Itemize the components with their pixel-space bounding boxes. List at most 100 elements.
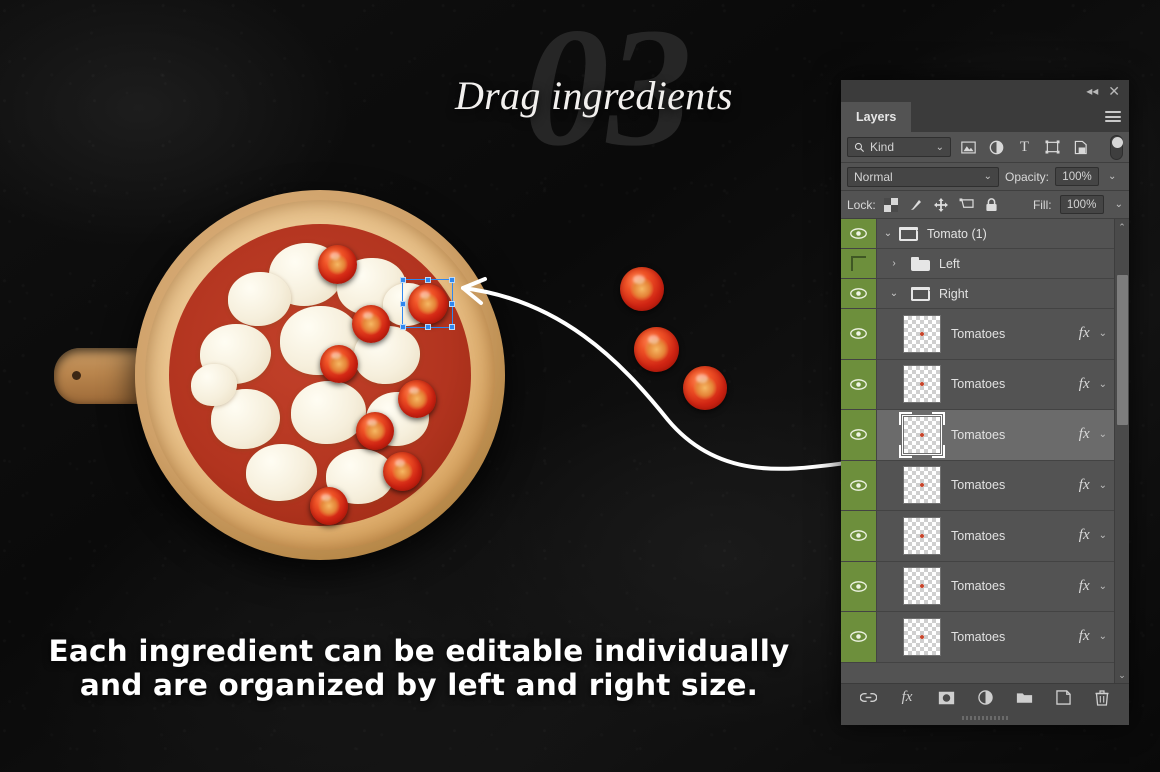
layer-visibility-toggle[interactable]: [841, 410, 877, 460]
group-expand-chevron-icon[interactable]: ⌄: [877, 288, 911, 299]
table-row[interactable]: ⌄ Right: [841, 279, 1129, 309]
table-row[interactable]: Tomatoes fx ⌄: [841, 612, 1129, 663]
lock-position-icon[interactable]: [934, 197, 949, 212]
loose-tomato-1: [620, 267, 664, 311]
layer-name: Tomatoes: [951, 528, 1006, 543]
loose-tomato-3: [683, 366, 727, 410]
handle-top-left[interactable]: [400, 277, 406, 283]
handle-middle-left[interactable]: [400, 300, 406, 307]
scroll-down-icon[interactable]: ⌄: [1115, 667, 1129, 683]
layer-style-fx-icon[interactable]: fx: [1079, 628, 1099, 645]
layer-style-fx-icon[interactable]: fx: [1079, 527, 1099, 544]
layer-style-fx-icon[interactable]: fx: [1079, 426, 1099, 443]
pixel-layer-filter-icon[interactable]: [958, 138, 979, 157]
layer-visibility-toggle[interactable]: [841, 460, 877, 510]
filter-kind-select[interactable]: Kind ⌄: [847, 137, 951, 157]
opacity-input[interactable]: 100%: [1055, 167, 1100, 186]
table-row[interactable]: Tomatoes fx ⌄: [841, 410, 1129, 461]
fill-chevron-down-icon[interactable]: ⌄: [1112, 199, 1123, 210]
adjustment-layer-filter-icon[interactable]: [986, 138, 1007, 157]
chevron-down-icon[interactable]: ⌄: [984, 171, 992, 182]
filter-enable-toggle[interactable]: [1110, 134, 1123, 160]
layer-visibility-toggle[interactable]: [841, 309, 877, 359]
layer-style-fx-icon[interactable]: fx: [898, 689, 916, 707]
table-row[interactable]: Tomatoes fx ⌄: [841, 460, 1129, 511]
lock-image-pixels-icon[interactable]: [909, 197, 924, 212]
layer-thumbnail[interactable]: [903, 516, 941, 555]
pizza-tomato-4: [320, 345, 358, 383]
type-layer-filter-icon[interactable]: T: [1014, 138, 1035, 157]
pizza-tomato-3: [352, 305, 390, 343]
layer-name: Tomatoes: [951, 629, 1006, 644]
layer-name: Tomato (1): [927, 226, 987, 241]
layer-list: ⌄ Tomato (1) › Left ⌄ Right Tomatoes fx …: [841, 219, 1129, 683]
fill-input[interactable]: 100%: [1059, 195, 1104, 214]
layer-visibility-toggle[interactable]: [841, 511, 877, 561]
add-layer-mask-icon[interactable]: [937, 689, 955, 707]
pizza-tomato-5: [398, 380, 436, 418]
blend-mode-row: Normal ⌄ Opacity: 100% ⌄: [841, 163, 1129, 191]
layer-visibility-toggle[interactable]: [841, 359, 877, 409]
layer-list-scrollbar[interactable]: ⌃ ⌄: [1114, 219, 1129, 683]
handle-top-right[interactable]: [449, 277, 455, 283]
search-icon: [854, 142, 865, 152]
lock-transparent-pixels-icon[interactable]: [884, 197, 899, 212]
layer-style-fx-icon[interactable]: fx: [1079, 325, 1099, 342]
opacity-chevron-down-icon[interactable]: ⌄: [1105, 171, 1116, 182]
handle-bottom-center[interactable]: [424, 324, 431, 330]
layer-thumbnail[interactable]: [903, 567, 941, 606]
transform-selection-box[interactable]: [400, 277, 455, 330]
layer-style-fx-icon[interactable]: fx: [1079, 376, 1099, 393]
lock-row: Lock: Fill: 100% ⌄: [841, 191, 1129, 219]
panel-resize-grip[interactable]: [841, 711, 1129, 725]
folder-icon: [911, 286, 930, 301]
layer-visibility-toggle[interactable]: [841, 279, 877, 308]
layer-thumbnail[interactable]: [903, 365, 941, 404]
new-adjustment-layer-icon[interactable]: [976, 689, 994, 707]
folder-icon: [911, 256, 930, 271]
new-group-icon[interactable]: [1015, 689, 1033, 707]
delete-layer-icon[interactable]: [1093, 689, 1111, 707]
table-row[interactable]: Tomatoes fx ⌄: [841, 561, 1129, 612]
link-layers-icon[interactable]: [859, 689, 877, 707]
collapse-panel-icon[interactable]: ◂◂: [1086, 85, 1098, 97]
table-row[interactable]: Tomatoes fx ⌄: [841, 359, 1129, 410]
folder-icon: [899, 226, 918, 241]
panel-titlebar: ◂◂ ✕: [841, 80, 1129, 102]
layer-thumbnail[interactable]: [899, 411, 945, 458]
group-expand-chevron-icon[interactable]: ›: [877, 258, 911, 269]
scrollbar-thumb[interactable]: [1117, 275, 1128, 425]
table-row[interactable]: Tomatoes fx ⌄: [841, 309, 1129, 360]
layer-visibility-toggle[interactable]: [841, 219, 877, 248]
pizza-tomato-6: [356, 412, 394, 450]
layer-thumbnail[interactable]: [903, 314, 941, 353]
handle-bottom-left[interactable]: [400, 324, 406, 330]
handle-bottom-right[interactable]: [449, 324, 455, 330]
tab-layers[interactable]: Layers: [841, 102, 912, 132]
layer-visibility-toggle[interactable]: [841, 561, 877, 611]
new-layer-icon[interactable]: [1054, 689, 1072, 707]
shape-layer-filter-icon[interactable]: [1042, 138, 1063, 157]
table-row[interactable]: ⌄ Tomato (1): [841, 219, 1129, 249]
pizza-tomato-8: [310, 487, 348, 525]
table-row[interactable]: › Left: [841, 249, 1129, 279]
hamburger-menu-icon[interactable]: [1105, 111, 1121, 125]
layer-thumbnail[interactable]: [903, 466, 941, 505]
caption: Each ingredient can be editable individu…: [0, 634, 838, 702]
blend-mode-select[interactable]: Normal ⌄: [847, 166, 999, 187]
layer-style-fx-icon[interactable]: fx: [1079, 477, 1099, 494]
scroll-up-icon[interactable]: ⌃: [1115, 219, 1129, 235]
handle-middle-right[interactable]: [449, 300, 455, 307]
layer-style-fx-icon[interactable]: fx: [1079, 578, 1099, 595]
layer-visibility-toggle[interactable]: [841, 612, 877, 662]
close-icon[interactable]: ✕: [1108, 84, 1120, 98]
layer-visibility-toggle[interactable]: [841, 249, 877, 278]
chevron-down-icon[interactable]: ⌄: [936, 142, 944, 153]
lock-all-icon[interactable]: [984, 197, 999, 212]
table-row[interactable]: Tomatoes fx ⌄: [841, 511, 1129, 562]
layer-thumbnail[interactable]: [903, 617, 941, 656]
group-expand-chevron-icon[interactable]: ⌄: [877, 228, 899, 239]
handle-top-center[interactable]: [424, 277, 431, 283]
lock-artboard-nesting-icon[interactable]: [959, 197, 974, 212]
smart-object-filter-icon[interactable]: [1070, 138, 1091, 157]
